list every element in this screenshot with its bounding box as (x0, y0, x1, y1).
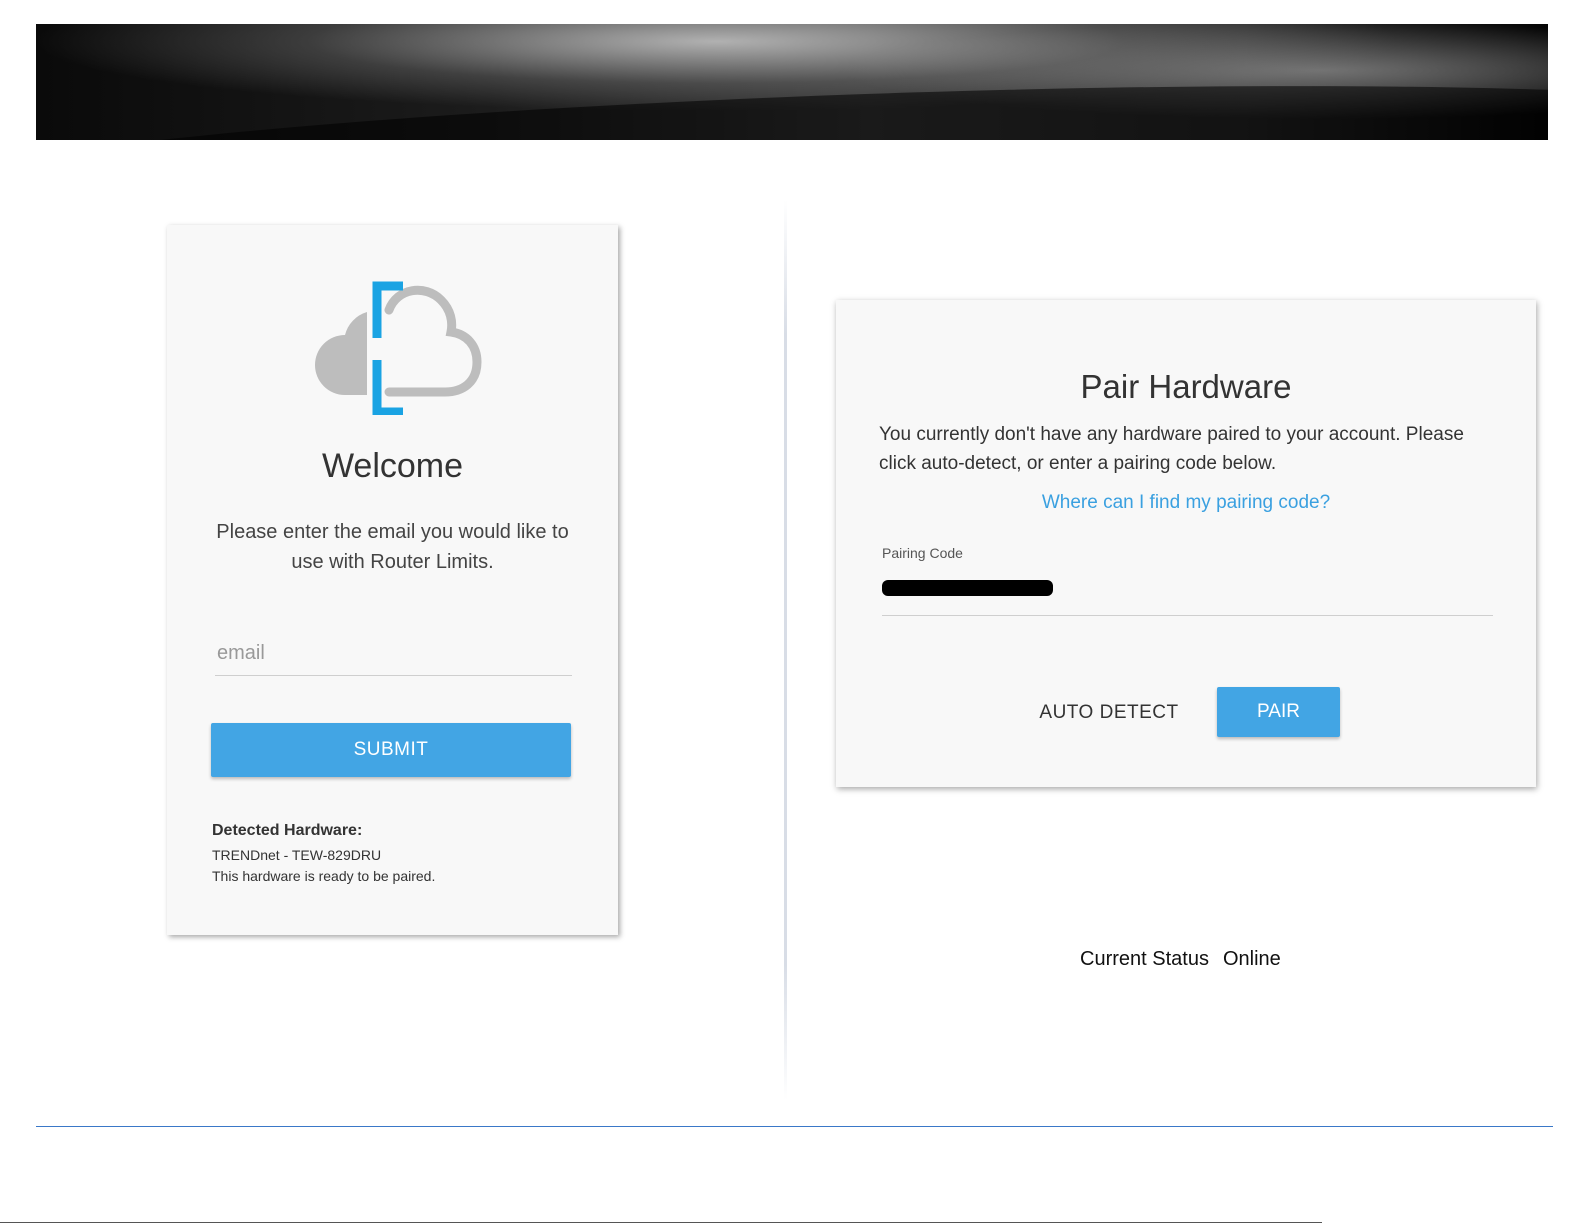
router-limits-logo-icon (315, 281, 482, 415)
pairing-code-input[interactable]: ●●●●●●●●●●●●●● (882, 572, 1493, 616)
status-label: Current Status (1080, 948, 1209, 970)
pairing-code-help-link[interactable]: Where can I find my pairing code? (836, 492, 1536, 514)
footer-divider (36, 1126, 1553, 1127)
bottom-rule (0, 1222, 1322, 1223)
pairing-code-value: ●●●●●●●●●●●●●● (882, 579, 1054, 597)
welcome-card: Welcome Please enter the email you would… (167, 225, 618, 935)
column-divider (784, 200, 787, 1100)
detected-hardware-model: TRENDnet - TEW-829DRU (212, 847, 382, 863)
detected-hardware-status: This hardware is ready to be paired. (212, 868, 436, 884)
detected-hardware: Detected Hardware: TRENDnet - TEW-829DRU… (212, 822, 592, 887)
welcome-instructions: Please enter the email you would like to… (216, 521, 569, 573)
pair-hardware-instructions: You currently don't have any hardware pa… (879, 424, 1464, 474)
email-input[interactable] (215, 632, 572, 676)
detected-hardware-title: Detected Hardware: (212, 822, 363, 839)
pair-hardware-title: Pair Hardware (1080, 368, 1292, 405)
auto-detect-button[interactable]: AUTO DETECT (1024, 688, 1194, 738)
pair-button[interactable]: PAIR (1217, 687, 1340, 737)
header-banner (36, 24, 1548, 140)
status-value: Online (1222, 948, 1281, 970)
current-status: Current Status Online (1080, 948, 1295, 971)
banner-sweep (36, 59, 1548, 140)
pair-hardware-card: Pair Hardware You currently don't have a… (836, 300, 1536, 787)
welcome-title: Welcome (321, 447, 464, 485)
submit-button[interactable]: SUBMIT (211, 723, 571, 777)
pairing-code-label: Pairing Code (882, 545, 963, 561)
